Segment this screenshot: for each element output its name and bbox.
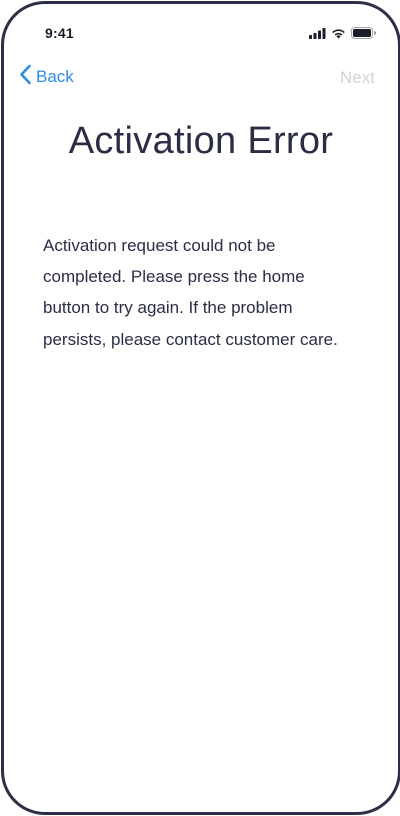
- chevron-left-icon: [19, 64, 32, 90]
- next-button[interactable]: Next: [340, 68, 375, 88]
- battery-icon: [351, 27, 376, 39]
- status-icons: [309, 26, 376, 40]
- cellular-signal-icon: [309, 27, 326, 39]
- status-bar: 9:41: [4, 4, 398, 58]
- error-message: Activation request could not be complete…: [43, 236, 338, 349]
- page-title: Activation Error: [68, 120, 334, 162]
- status-time: 9:41: [45, 25, 74, 41]
- navigation-bar: Back Next: [4, 60, 398, 94]
- phone-frame: 9:41 Back Next Activation Error Activati…: [1, 1, 400, 815]
- back-label: Back: [36, 67, 74, 86]
- back-button[interactable]: Back: [19, 64, 74, 90]
- wifi-icon: [331, 28, 346, 39]
